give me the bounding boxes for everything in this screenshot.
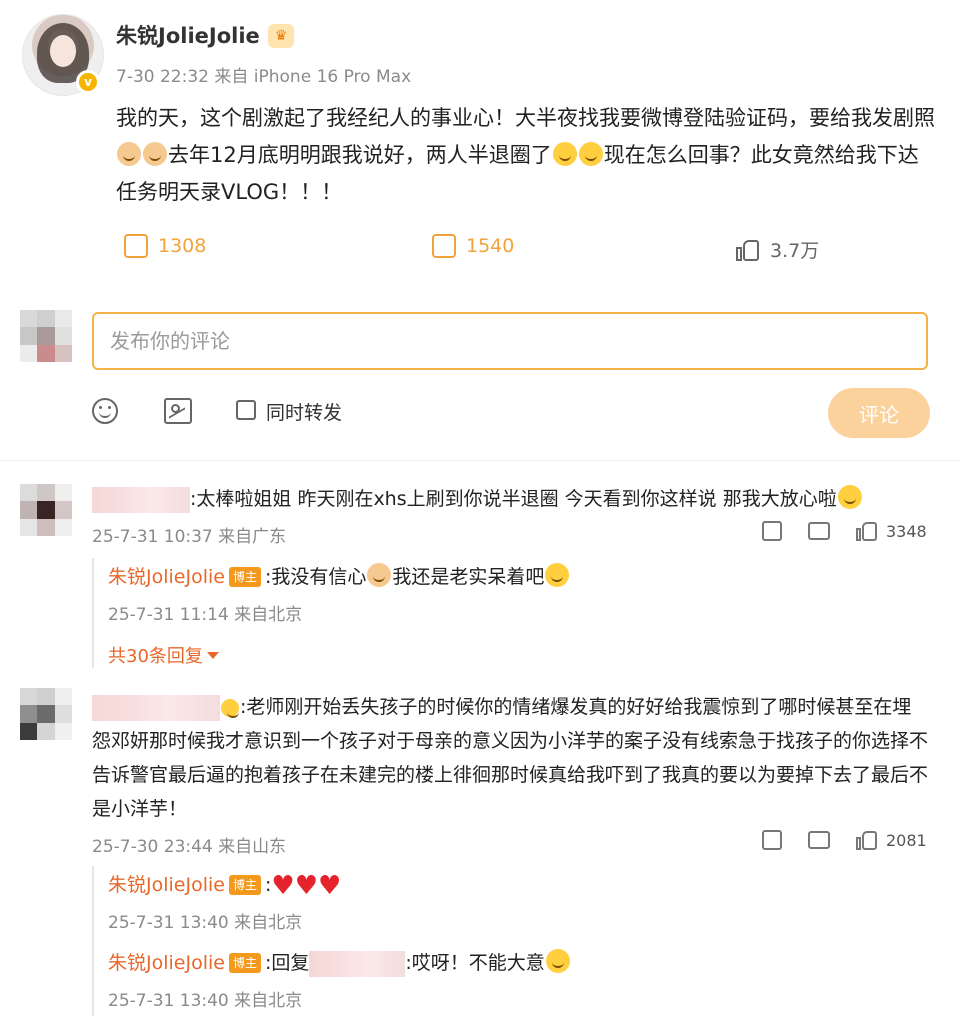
reply-item: 朱锐JolieJolie 博主:我没有信心 我还是老实呆着吧 — [108, 560, 570, 594]
comment-text: :太棒啦姐姐 昨天刚在xhs上刷到你说半退圈 今天看到你这样说 那我大放心啦 — [190, 488, 837, 510]
comment-input[interactable] — [92, 312, 928, 370]
reply-author-name[interactable]: 朱锐JolieJolie — [108, 874, 225, 896]
author-tag-badge: 博主 — [228, 567, 261, 587]
comment-icon — [432, 234, 456, 258]
like-count: 3.7万 — [770, 240, 820, 262]
reply-author-name[interactable]: 朱锐JolieJolie — [108, 566, 225, 588]
laughing-emoji-icon — [837, 485, 862, 509]
replied-user-redacted[interactable] — [309, 950, 406, 977]
badge-emoji-icon — [221, 699, 239, 718]
post-author-name[interactable]: 朱锐JolieJolie — [116, 20, 260, 50]
repost-checkbox[interactable] — [236, 400, 256, 420]
post-body: 我的天，这个剧激起了我经纪人的事业心！大半夜找我要微博登陆验证码，要给我发剧照去… — [116, 100, 936, 211]
image-upload-icon[interactable] — [164, 398, 192, 424]
comment-meta: 25-7-31 10:37 来自广东 — [92, 527, 287, 547]
thumbs-up-icon[interactable] — [856, 829, 878, 851]
comment-item: :太棒啦姐姐 昨天刚在xhs上刷到你说半退圈 今天看到你这样说 那我大放心啦 — [92, 482, 942, 516]
more-replies-label: 共30条回复 — [108, 646, 203, 667]
reply-text-part-1: :回复 — [264, 952, 310, 974]
thumbs-up-icon — [736, 238, 760, 262]
crown-icon: ♛ — [268, 24, 294, 48]
thumbs-up-icon[interactable] — [856, 520, 878, 542]
post-text-part-2: 去年12月底明明跟我说好，两人半退圈了 — [168, 143, 552, 167]
comment-meta: 25-7-30 23:44 来自山东 — [92, 837, 287, 857]
reply-meta: 25-7-31 11:14 来自北京 — [108, 605, 303, 625]
repost-label: 同时转发 — [266, 402, 343, 424]
commenter-avatar[interactable] — [20, 688, 72, 740]
smirk-emoji-icon — [578, 142, 603, 166]
reply-text-part-1: :我没有信心 — [264, 566, 367, 588]
dog-emoji-icon — [143, 142, 167, 166]
reply-item: 朱锐JolieJolie 博主:回复 :哎呀！不能大意 — [108, 946, 571, 980]
reply-meta: 25-7-31 13:40 来自北京 — [108, 991, 303, 1011]
author-tag-badge: 博主 — [228, 875, 261, 895]
heart-emoji-icon: ♥ — [318, 871, 342, 901]
share-icon[interactable] — [762, 521, 782, 541]
like-button[interactable]: 3.7万 — [736, 236, 819, 263]
post-text-part-1: 我的天，这个剧激起了我经纪人的事业心！大半夜找我要微博登陆验证码，要给我发剧照 — [116, 106, 935, 130]
reply-text-part-2: :哎呀！不能大意 — [405, 952, 545, 974]
divider — [0, 460, 960, 461]
commenter-name-redacted[interactable] — [92, 486, 190, 513]
crying-emoji-icon — [545, 949, 570, 973]
heart-emoji-icon: ♥ — [271, 871, 295, 901]
emoji-picker-icon[interactable] — [92, 398, 118, 424]
share-count: 1308 — [158, 235, 207, 257]
dog-emoji-icon — [367, 563, 392, 587]
post-meta: 7-30 22:32 来自 iPhone 16 Pro Max — [116, 67, 412, 87]
comment-like-count: 3348 — [886, 521, 927, 541]
caret-down-icon — [206, 652, 219, 659]
author-tag-badge: 博主 — [228, 953, 261, 973]
comment-actions: 3348 — [762, 520, 927, 542]
share-button[interactable]: 1308 — [124, 234, 206, 258]
verified-badge-icon: v — [76, 70, 100, 94]
comment-like-count: 2081 — [886, 830, 927, 850]
share-icon[interactable] — [762, 830, 782, 850]
current-user-avatar — [20, 310, 72, 362]
smirk-emoji-icon — [545, 563, 570, 587]
more-replies-link[interactable]: 共30条回复 — [108, 642, 219, 668]
commenter-name-redacted[interactable] — [92, 694, 220, 721]
commenter-avatar[interactable] — [20, 484, 72, 536]
reply-item: 朱锐JolieJolie 博主:♥♥♥ — [108, 868, 341, 902]
smirk-emoji-icon — [552, 142, 577, 166]
dog-emoji-icon — [117, 142, 141, 166]
reply-text-part-2: 我还是老实呆着吧 — [392, 566, 545, 588]
reply-author-name[interactable]: 朱锐JolieJolie — [108, 952, 225, 974]
reply-icon[interactable] — [808, 522, 830, 540]
submit-comment-button[interactable]: 评论 — [828, 388, 930, 438]
share-icon — [124, 234, 148, 258]
comment-actions: 2081 — [762, 829, 927, 851]
reply-meta: 25-7-31 13:40 来自北京 — [108, 913, 303, 933]
comment-button[interactable]: 1540 — [432, 234, 514, 258]
heart-emoji-icon: ♥ — [294, 871, 318, 901]
comment-count: 1540 — [466, 235, 515, 257]
comment-item: :老师刚开始丢失孩子的时候你的情绪爆发真的好好给我震惊到了哪时候甚至在埋怨邓妍那… — [92, 690, 930, 826]
reply-icon[interactable] — [808, 831, 830, 849]
